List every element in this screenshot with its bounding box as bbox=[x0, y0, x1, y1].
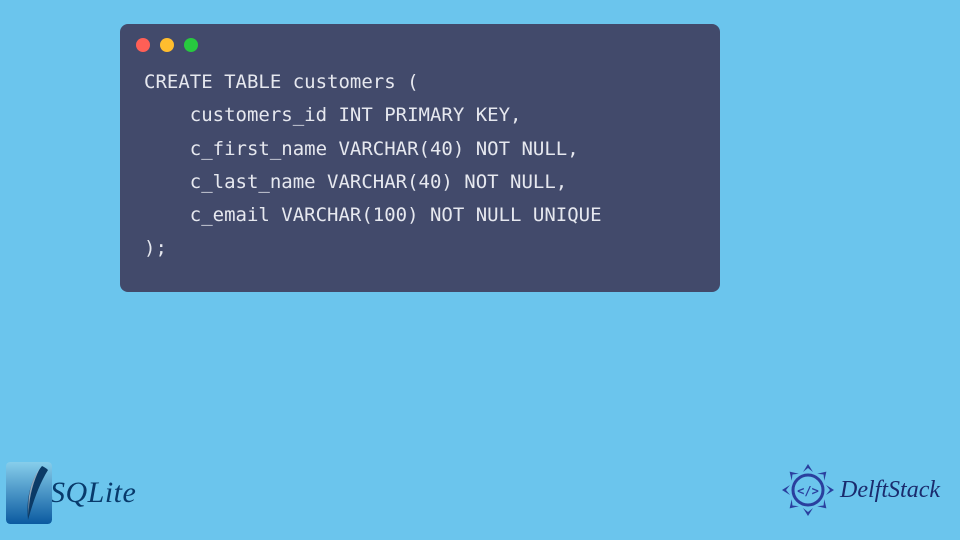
zoom-traffic-light-icon bbox=[184, 38, 198, 52]
code-block: CREATE TABLE customers ( customers_id IN… bbox=[120, 60, 720, 272]
delftstack-wordmark: DelftStack bbox=[840, 477, 940, 504]
svg-text:</>: </> bbox=[797, 484, 819, 498]
delftstack-emblem-icon: </> bbox=[780, 462, 836, 518]
sqlite-logo: SQLite bbox=[6, 462, 136, 524]
code-window: CREATE TABLE customers ( customers_id IN… bbox=[120, 24, 720, 292]
delftstack-logo: </> DelftStack bbox=[780, 462, 940, 518]
sqlite-wordmark: SQLite bbox=[50, 476, 136, 510]
window-titlebar bbox=[120, 24, 720, 60]
sqlite-feather-icon bbox=[6, 462, 52, 524]
close-traffic-light-icon bbox=[136, 38, 150, 52]
minimize-traffic-light-icon bbox=[160, 38, 174, 52]
